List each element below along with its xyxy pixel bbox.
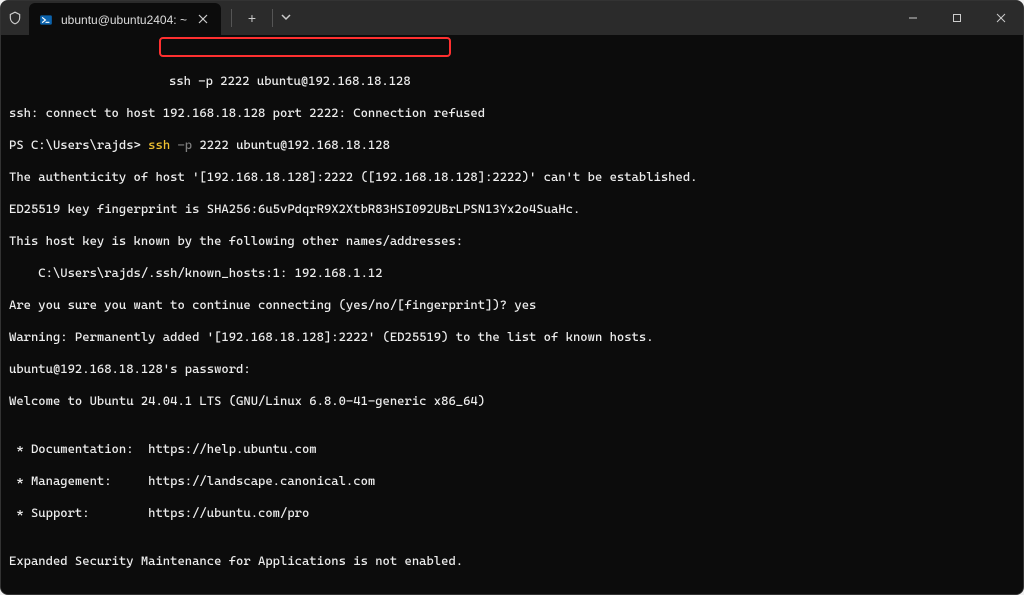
shield-icon bbox=[1, 11, 29, 25]
cmd-flag: -p bbox=[170, 137, 192, 152]
line: Expanded Security Maintenance for Applic… bbox=[9, 553, 1015, 569]
close-button[interactable] bbox=[979, 1, 1023, 35]
line: * Support: https://ubuntu.com/pro bbox=[9, 505, 1015, 521]
line: This host key is known by the following … bbox=[9, 233, 1015, 249]
line: C:\Users\rajds/.ssh/known_hosts:1: 192.1… bbox=[9, 265, 1015, 281]
line: Warning: Permanently added '[192.168.18.… bbox=[9, 329, 1015, 345]
terminal-output[interactable]: ssh -p 2222 ubuntu@192.168.18.128 ssh: c… bbox=[1, 35, 1023, 594]
line: Are you sure you want to continue connec… bbox=[9, 297, 1015, 313]
tab-divider bbox=[231, 9, 232, 27]
new-tab-button[interactable]: + bbox=[240, 10, 264, 26]
line: ssh: connect to host 192.168.18.128 port… bbox=[9, 105, 1015, 121]
line: Welcome to Ubuntu 24.04.1 LTS (GNU/Linux… bbox=[9, 393, 1015, 409]
line: * Documentation: https://help.ubuntu.com bbox=[9, 441, 1015, 457]
cmd: ssh bbox=[148, 137, 170, 152]
powershell-icon bbox=[39, 13, 53, 27]
tab-divider-2 bbox=[272, 9, 273, 27]
line: * Management: https://landscape.canonica… bbox=[9, 473, 1015, 489]
highlight-command: ssh -p 2222 ubuntu@192.168.18.128 bbox=[169, 73, 411, 88]
tab-dropdown-button[interactable] bbox=[281, 12, 291, 25]
minimize-button[interactable] bbox=[891, 1, 935, 35]
line: The authenticity of host '[192.168.18.12… bbox=[9, 169, 1015, 185]
line: ubuntu@192.168.18.128's password: bbox=[9, 361, 1015, 377]
titlebar: ubuntu@ubuntu2404: ~ + bbox=[1, 1, 1023, 35]
ps-prompt: PS C:\Users\rajds> bbox=[9, 137, 148, 152]
line: ED25519 key fingerprint is SHA256:6u5vPd… bbox=[9, 201, 1015, 217]
terminal-window: ubuntu@ubuntu2404: ~ + bbox=[0, 0, 1024, 595]
cmd-args: 2222 ubuntu@192.168.18.128 bbox=[192, 137, 390, 152]
tab[interactable]: ubuntu@ubuntu2404: ~ bbox=[29, 3, 221, 37]
maximize-button[interactable] bbox=[935, 1, 979, 35]
highlight-annotation bbox=[159, 37, 451, 57]
tab-title: ubuntu@ubuntu2404: ~ bbox=[61, 13, 187, 27]
tab-close-button[interactable] bbox=[195, 13, 211, 27]
